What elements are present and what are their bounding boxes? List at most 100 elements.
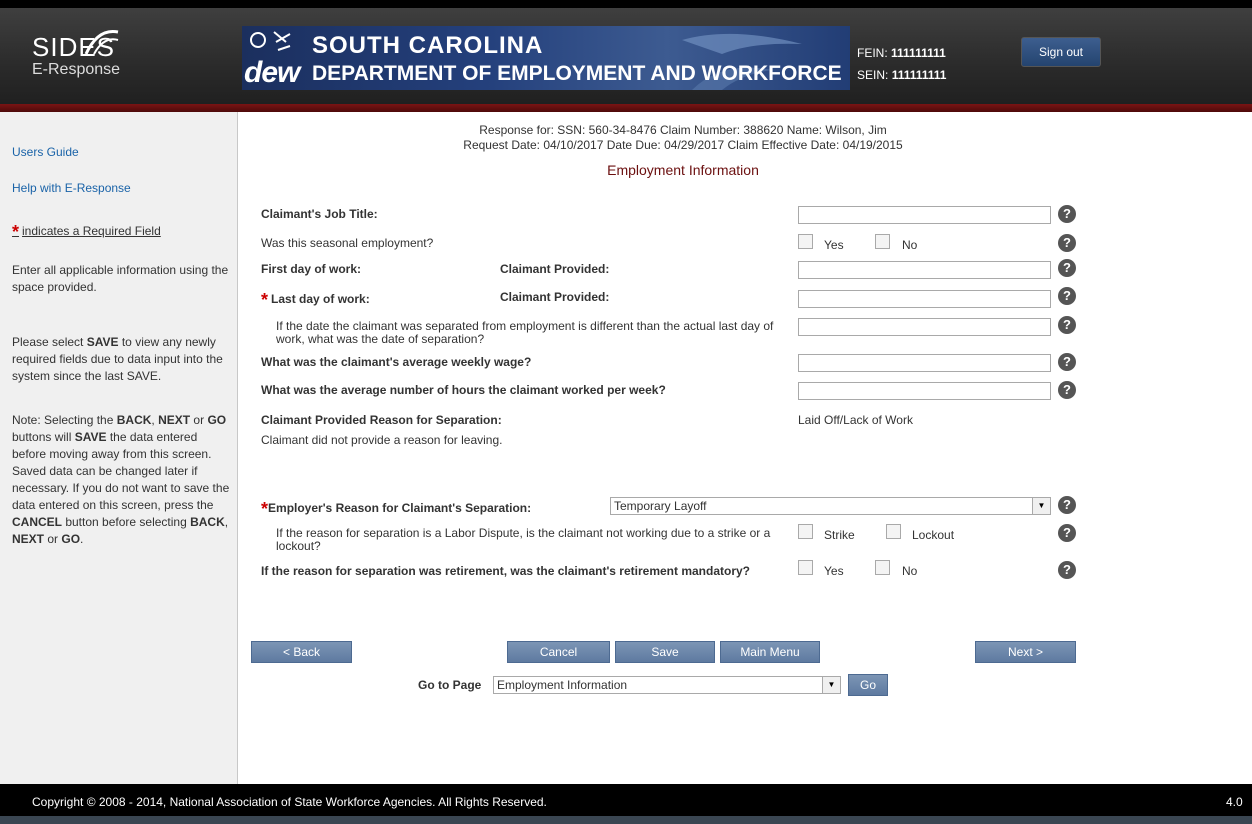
- go-to-page-select[interactable]: Employment Information ▼: [493, 676, 841, 694]
- employer-reason-select[interactable]: Temporary Layoff ▼: [610, 497, 1051, 515]
- main-menu-button[interactable]: Main Menu: [720, 641, 820, 663]
- separation-date-label: If the date the claimant was separated f…: [276, 319, 774, 346]
- help-icon[interactable]: ?: [1058, 205, 1076, 223]
- cancel-button[interactable]: Cancel: [507, 641, 610, 663]
- response-info-line-1: Response for: SSN: 560-34-8476 Claim Num…: [479, 123, 887, 137]
- employer-reason-selected: Temporary Layoff: [614, 499, 707, 513]
- claimant-reason-value: Laid Off/Lack of Work: [798, 413, 913, 427]
- employer-reason-label: *Employer's Reason for Claimant's Separa…: [261, 499, 531, 520]
- nav-note-go: GO: [207, 413, 227, 427]
- sides-swoosh-icon: [84, 29, 119, 55]
- response-info-line-2: Request Date: 04/10/2017 Date Due: 04/29…: [463, 138, 903, 152]
- job-title-label: Claimant's Job Title:: [261, 207, 378, 221]
- lockout-label: Lockout: [912, 528, 955, 542]
- nav-note-text: buttons will: [12, 430, 75, 444]
- footer-strip: [0, 816, 1252, 824]
- last-day-label-text: Last day of work:: [271, 292, 370, 306]
- chevron-down-icon[interactable]: ▼: [1032, 498, 1050, 514]
- go-button[interactable]: Go: [848, 674, 888, 696]
- required-note-text: indicates a Required Field: [22, 224, 161, 238]
- retirement-yes-checkbox[interactable]: [798, 560, 813, 575]
- sun-icon: [250, 31, 291, 51]
- sein: SEIN: 111111111: [857, 68, 946, 82]
- save-note-emphasis: SAVE: [86, 335, 119, 349]
- help-icon[interactable]: ?: [1058, 381, 1076, 399]
- version-text: 4.0: [1226, 795, 1243, 809]
- nav-note-sep: .: [80, 532, 84, 546]
- first-day-claimant-provided-label: Claimant Provided:: [500, 262, 610, 276]
- help-icon[interactable]: ?: [1058, 234, 1076, 252]
- strike-checkbox[interactable]: [798, 524, 813, 539]
- last-day-label: * Last day of work:: [261, 290, 370, 311]
- required-field-note: * indicates a Required Field: [12, 222, 161, 243]
- fein-value: 111111111: [891, 46, 946, 60]
- nav-note-back: BACK: [116, 413, 152, 427]
- claimant-reason-label: Claimant Provided Reason for Separation:: [261, 413, 502, 427]
- nav-note-sep: ,: [224, 515, 229, 529]
- header-divider: [0, 104, 1252, 112]
- sein-value: 111111111: [891, 68, 947, 82]
- help-icon[interactable]: ?: [1058, 287, 1076, 305]
- dew-logo-text: dew: [244, 56, 300, 89]
- sides-logo-subtext: E-Response: [32, 61, 121, 78]
- last-day-input[interactable]: [798, 290, 1051, 308]
- nav-note-text: Note: Selecting the: [12, 413, 117, 427]
- go-to-page-selected: Employment Information: [497, 678, 628, 692]
- nav-note-sep: or: [190, 413, 208, 427]
- help-icon[interactable]: ?: [1058, 316, 1076, 334]
- nav-note-sep: or: [44, 532, 62, 546]
- sein-label: SEIN:: [857, 68, 892, 82]
- help-link[interactable]: Help with E-Response: [12, 181, 131, 195]
- save-note-text: Please select: [12, 335, 87, 349]
- save-note: Please select SAVE to view any newly req…: [12, 334, 234, 385]
- fein-label: FEIN:: [857, 46, 892, 60]
- nav-note-go: GO: [61, 532, 81, 546]
- claimant-reason-note: Claimant did not provide a reason for le…: [261, 433, 503, 447]
- instructions-text: Enter all applicable information using t…: [12, 263, 229, 294]
- retirement-no-checkbox[interactable]: [875, 560, 890, 575]
- last-day-claimant-provided-label: Claimant Provided:: [500, 290, 610, 304]
- help-icon[interactable]: ?: [1058, 353, 1076, 371]
- labor-dispute-label: If the reason for separation is a Labor …: [276, 526, 771, 553]
- help-icon[interactable]: ?: [1058, 496, 1076, 514]
- retirement-yes-label: Yes: [824, 564, 844, 578]
- help-icon[interactable]: ?: [1058, 561, 1076, 579]
- separation-date-input[interactable]: [798, 318, 1051, 336]
- department-name: DEPARTMENT OF EMPLOYMENT AND WORKFORCE: [312, 62, 842, 85]
- hours-label: What was the average number of hours the…: [261, 383, 666, 397]
- chevron-down-icon[interactable]: ▼: [822, 677, 840, 693]
- strike-label: Strike: [824, 528, 855, 542]
- help-icon[interactable]: ?: [1058, 259, 1076, 277]
- copyright-text: Copyright © 2008 - 2014, National Associ…: [32, 795, 547, 809]
- seasonal-label: Was this seasonal employment?: [261, 236, 434, 250]
- back-button[interactable]: < Back: [251, 641, 352, 663]
- seasonal-yes-checkbox[interactable]: [798, 234, 813, 249]
- job-title-input[interactable]: [798, 206, 1051, 224]
- required-star: *: [261, 290, 269, 310]
- navigation-note: Note: Selecting the BACK, NEXT or GO but…: [12, 412, 234, 548]
- next-button[interactable]: Next >: [975, 641, 1076, 663]
- nav-note-back: BACK: [190, 515, 225, 529]
- save-button[interactable]: Save: [615, 641, 715, 663]
- hours-input[interactable]: [798, 382, 1051, 400]
- seasonal-yes-label: Yes: [824, 238, 844, 252]
- retirement-label: If the reason for separation was retirem…: [261, 564, 750, 578]
- retirement-no-label: No: [902, 564, 918, 578]
- go-to-page-label: Go to Page: [418, 678, 482, 692]
- state-name: SOUTH CAROLINA: [312, 32, 544, 59]
- nav-note-save: SAVE: [74, 430, 107, 444]
- required-star: *: [261, 499, 269, 519]
- first-day-label: First day of work:: [261, 262, 362, 276]
- fein: FEIN: 111111111: [857, 46, 946, 60]
- first-day-input[interactable]: [798, 261, 1051, 279]
- weekly-wage-input[interactable]: [798, 354, 1051, 372]
- sign-out-button[interactable]: Sign out: [1021, 37, 1101, 67]
- employer-reason-label-text: Employer's Reason for Claimant's Separat…: [268, 501, 532, 515]
- nav-note-next: NEXT: [158, 413, 191, 427]
- lockout-checkbox[interactable]: [886, 524, 901, 539]
- section-title: Employment Information: [607, 162, 759, 178]
- weekly-wage-label: What was the claimant's average weekly w…: [261, 355, 532, 369]
- seasonal-no-checkbox[interactable]: [875, 234, 890, 249]
- users-guide-link[interactable]: Users Guide: [12, 145, 79, 159]
- help-icon[interactable]: ?: [1058, 524, 1076, 542]
